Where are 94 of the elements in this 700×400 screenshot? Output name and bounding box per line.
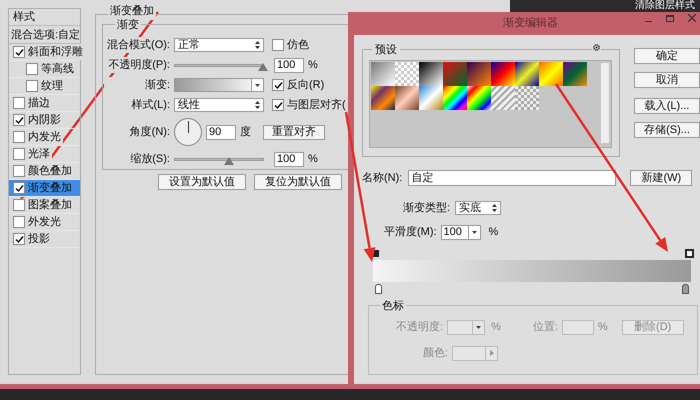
checkbox[interactable]: [13, 114, 25, 126]
list-header: 样式: [9, 9, 80, 26]
new-button[interactable]: 新建(W): [630, 170, 692, 186]
field-label: 渐变类型:: [403, 200, 450, 216]
preset-swatch[interactable]: [563, 62, 587, 86]
field-label: 位置:: [532, 320, 558, 335]
group-title: 渐变: [115, 17, 141, 34]
preset-swatch[interactable]: [491, 86, 515, 110]
checkbox[interactable]: [272, 79, 284, 91]
dropdown-icon: [472, 230, 477, 234]
opacity-stop-icon[interactable]: [685, 249, 694, 258]
checkbox[interactable]: [13, 182, 25, 194]
checkbox[interactable]: [26, 80, 38, 92]
checkbox[interactable]: [13, 131, 25, 143]
preset-swatch[interactable]: [467, 86, 491, 110]
angle-dial[interactable]: [174, 118, 202, 146]
unit-label: %: [308, 152, 318, 167]
style-item[interactable]: 纹理: [9, 78, 80, 95]
maximize-icon[interactable]: [666, 14, 674, 22]
number-field[interactable]: 100: [274, 152, 304, 166]
preset-swatch[interactable]: [395, 86, 419, 110]
window-title: 渐变编辑器: [503, 16, 558, 31]
checkbox[interactable]: [13, 216, 25, 228]
preset-swatch[interactable]: [467, 62, 491, 86]
name-field[interactable]: 自定: [408, 170, 616, 186]
style-item[interactable]: 外发光: [9, 214, 80, 231]
field-label: 平滑度(M):: [384, 224, 437, 240]
checkbox[interactable]: [272, 39, 284, 51]
number-field[interactable]: 90: [206, 124, 236, 140]
color-stop-icon[interactable]: [682, 284, 689, 294]
field-label: 不透明度:: [396, 320, 444, 335]
checkbox[interactable]: [13, 233, 25, 245]
preset-swatch[interactable]: [443, 86, 467, 110]
checkbox[interactable]: [13, 97, 25, 109]
dialog-button[interactable]: 载入(L)...: [634, 98, 700, 114]
style-item[interactable]: 内阴影: [9, 112, 80, 129]
style-item[interactable]: 内发光: [9, 129, 80, 146]
checkbox[interactable]: [13, 148, 25, 160]
field-label: 名称(N):: [362, 171, 402, 186]
smoothness-field[interactable]: 100: [440, 224, 481, 240]
field-label: 混合模式(O):: [104, 36, 170, 54]
color-stop-icon[interactable]: [375, 284, 382, 294]
dialog-button[interactable]: 存储(S)...: [634, 122, 700, 138]
dialog-button[interactable]: 确定: [634, 48, 700, 64]
checkbox[interactable]: [272, 99, 284, 111]
preset-swatch[interactable]: [515, 62, 539, 86]
preset-swatch[interactable]: [443, 62, 467, 86]
field-label: 颜色:: [423, 346, 448, 361]
style-item[interactable]: 投影: [9, 231, 80, 248]
checkbox[interactable]: [13, 199, 25, 211]
preset-swatch[interactable]: [371, 86, 395, 110]
checkbox[interactable]: [13, 46, 25, 58]
clear-layer-style-button[interactable]: 清除图层样式: [635, 0, 695, 12]
number-field[interactable]: 100: [274, 58, 304, 72]
section-title: 渐变叠加: [108, 3, 156, 20]
default-button[interactable]: 设置为默认值: [158, 174, 246, 190]
preset-swatch[interactable]: [515, 86, 539, 110]
updown-icon: [255, 41, 260, 49]
updown-icon: [492, 204, 498, 212]
unit-label: 度: [240, 124, 251, 140]
preset-swatch[interactable]: [419, 62, 443, 86]
gear-icon[interactable]: [592, 43, 601, 52]
checkbox[interactable]: [26, 63, 38, 75]
preset-swatch[interactable]: [539, 62, 563, 86]
play-icon: [490, 350, 494, 356]
close-icon[interactable]: [688, 14, 696, 22]
updown-icon: [255, 101, 260, 109]
preset-swatch[interactable]: [395, 62, 419, 86]
style-item[interactable]: 描边: [9, 95, 80, 112]
checkbox-label: 反向(R): [287, 76, 324, 94]
style-select[interactable]: 线性: [174, 98, 264, 112]
gradient-picker[interactable]: [174, 78, 264, 92]
style-item[interactable]: 光泽: [9, 146, 80, 163]
preset-swatch[interactable]: [491, 62, 515, 86]
style-item[interactable]: 等高线: [9, 61, 80, 78]
preset-swatch[interactable]: [371, 62, 395, 86]
default-button[interactable]: 复位为默认值: [254, 174, 342, 190]
unit-label: %: [491, 320, 501, 335]
preset-swatch[interactable]: [419, 86, 443, 110]
unit-label: %: [488, 225, 498, 240]
style-item[interactable]: 渐变叠加: [9, 180, 80, 197]
blend-mode-select[interactable]: 正常: [174, 38, 264, 52]
reset-align-button[interactable]: 重置对齐: [263, 124, 325, 140]
dialog-button[interactable]: 取消: [634, 72, 700, 88]
dropdown-icon: [476, 326, 482, 329]
slider-thumb[interactable]: [224, 156, 234, 164]
checkbox[interactable]: [13, 165, 25, 177]
minimize-icon[interactable]: [645, 20, 652, 22]
dropdown-icon: [255, 84, 260, 86]
color-field[interactable]: [452, 346, 498, 361]
checkbox-label: 与图层对齐(: [287, 96, 346, 114]
scrollbar[interactable]: [601, 63, 609, 143]
unit-label: %: [598, 320, 608, 335]
gradient-type-select[interactable]: 实底: [455, 201, 502, 216]
